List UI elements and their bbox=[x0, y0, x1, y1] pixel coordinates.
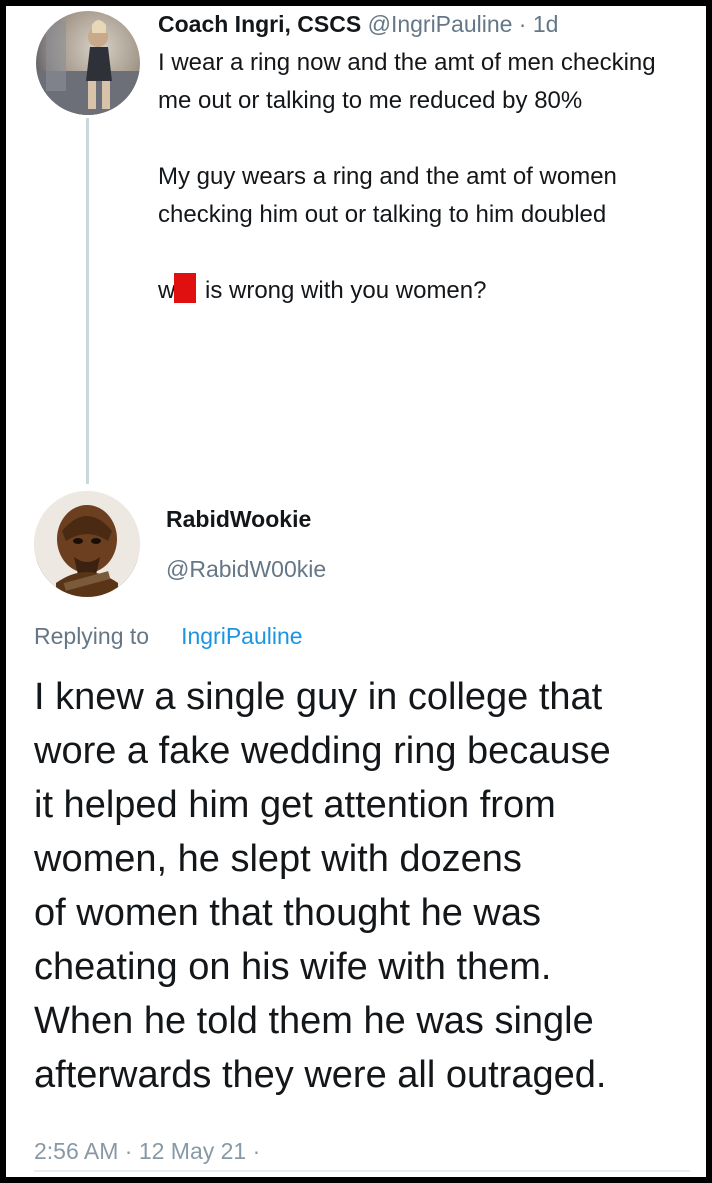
paragraph-3-end: is wrong with you women? bbox=[198, 277, 487, 304]
divider bbox=[34, 1170, 690, 1172]
parent-paragraph-1: I wear a ring now and the amt of men che… bbox=[158, 49, 656, 114]
reply-tweet-text: I knew a single guy in college that wore… bbox=[34, 670, 704, 1102]
parent-tweet-age[interactable]: 1d bbox=[533, 11, 559, 37]
wookie-avatar-icon bbox=[34, 491, 140, 597]
screenshot-frame: Coach Ingri, CSCS @IngriPauline · 1d I w… bbox=[0, 0, 712, 1183]
meta-separator: · bbox=[512, 11, 533, 37]
reply-line: I knew a single guy in college that bbox=[34, 676, 603, 718]
parent-handle[interactable]: @IngriPauline bbox=[368, 11, 513, 37]
parent-tweet-text: I wear a ring now and the amt of men che… bbox=[158, 44, 678, 348]
reply-line: cheating on his wife with them. bbox=[34, 946, 552, 988]
redaction-box bbox=[174, 273, 197, 303]
reply-timestamp[interactable]: 2:56 AM · 12 May 21 · bbox=[34, 1138, 260, 1165]
replying-to-user-link[interactable]: IngriPauline bbox=[181, 623, 302, 649]
avatar-photo-icon bbox=[36, 20, 140, 115]
thread-connector-line bbox=[86, 118, 89, 484]
reply-line: women, he slept with dozens bbox=[34, 838, 522, 880]
parent-paragraph-2: My guy wears a ring and the amt of women… bbox=[158, 163, 617, 228]
reply-avatar[interactable] bbox=[34, 491, 140, 597]
reply-line: afterwards they were all outraged. bbox=[34, 1054, 607, 1096]
replying-to-label: Replying to bbox=[34, 623, 150, 649]
reply-display-name[interactable]: RabidWookie bbox=[166, 506, 311, 533]
paragraph-3-start: w bbox=[158, 277, 176, 304]
parent-tweet-header: Coach Ingri, CSCS @IngriPauline · 1d bbox=[158, 10, 558, 38]
parent-display-name[interactable]: Coach Ingri, CSCS bbox=[158, 11, 361, 37]
reply-line: wore a fake wedding ring because bbox=[34, 730, 611, 772]
reply-line: it helped him get attention from bbox=[34, 784, 556, 826]
replying-to-line: Replying to IngriPauline bbox=[34, 623, 303, 650]
parent-avatar[interactable] bbox=[36, 11, 140, 115]
parent-paragraph-3: w is wrong with you women? bbox=[158, 272, 678, 310]
reply-handle[interactable]: @RabidW00kie bbox=[166, 556, 326, 583]
reply-line: When he told them he was single bbox=[34, 1000, 594, 1042]
reply-line: of women that thought he was bbox=[34, 892, 541, 934]
